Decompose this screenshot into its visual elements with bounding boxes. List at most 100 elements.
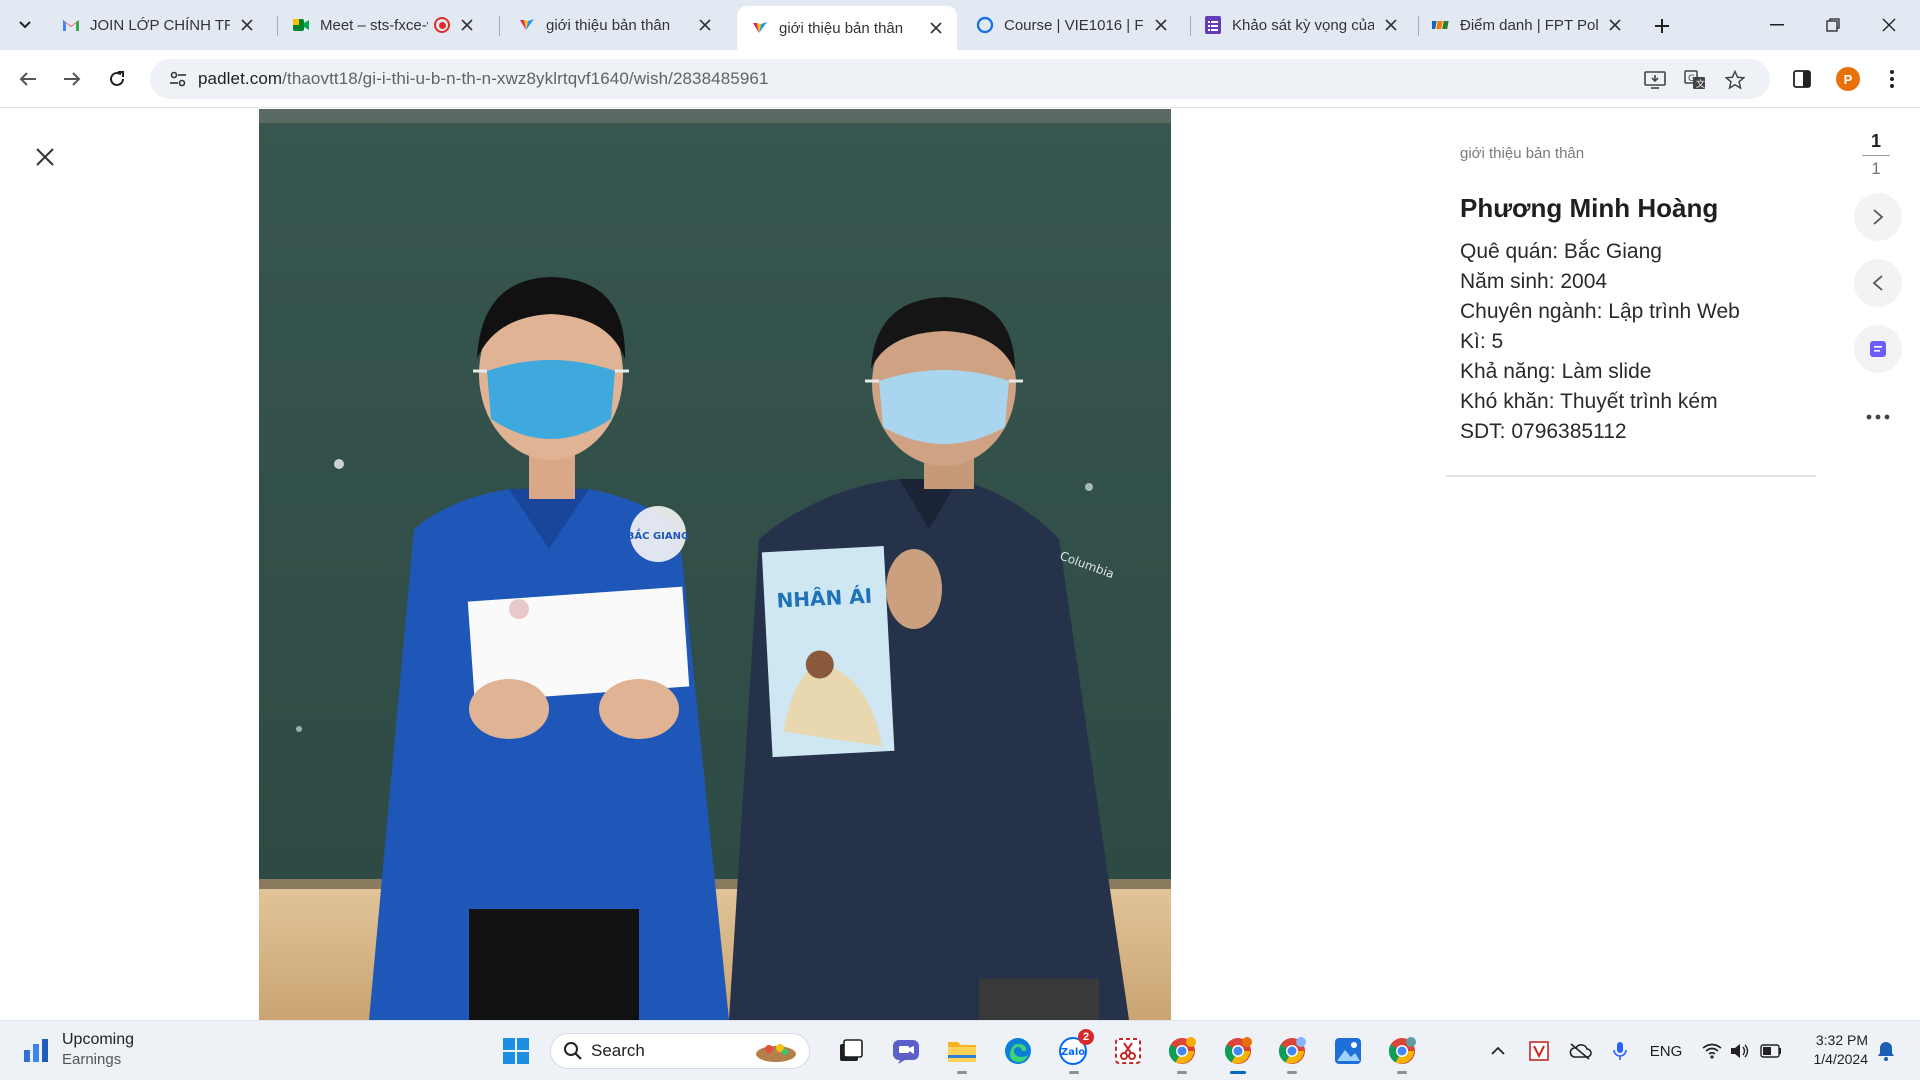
widgets-button[interactable]: Upcoming Earnings — [22, 1030, 134, 1069]
close-post-button[interactable] — [30, 142, 60, 172]
forms-icon — [1204, 16, 1222, 34]
task-view-icon — [840, 1039, 863, 1061]
url-text: padlet.com/thaovtt18/gi-i-thi-u-b-n-th-n… — [198, 69, 769, 89]
tab-title: giới thiệu bản thân — [779, 19, 904, 37]
search-highlight-icon — [756, 1044, 796, 1062]
chevron-up-icon — [1491, 1046, 1505, 1055]
address-bar[interactable]: padlet.com/thaovtt18/gi-i-thi-u-b-n-th-n… — [150, 59, 1770, 99]
chrome-profile-1[interactable] — [1162, 1031, 1202, 1074]
wifi-icon — [1702, 1043, 1722, 1059]
translate-icon[interactable]: G文 — [1682, 67, 1708, 93]
chrome-icon — [1168, 1037, 1196, 1064]
vietkey-tray[interactable] — [1526, 1037, 1552, 1065]
zalo-app[interactable]: Zalo 2 — [1054, 1029, 1094, 1074]
tab-course[interactable]: Course | VIE1016 | FP — [962, 6, 1182, 44]
minimize-icon — [1770, 24, 1784, 26]
next-post-button[interactable] — [1854, 193, 1902, 241]
notifications-button[interactable] — [1874, 1037, 1898, 1065]
photos-app[interactable] — [1328, 1031, 1368, 1071]
task-view-button[interactable] — [830, 1031, 870, 1071]
fpt-icon — [1432, 16, 1450, 34]
circle-icon — [976, 16, 994, 34]
cloud-off-icon — [1569, 1043, 1592, 1060]
minimize-button[interactable] — [1752, 8, 1802, 42]
tab-padlet[interactable]: giới thiệu bản thân — [504, 6, 726, 44]
close-icon[interactable] — [1382, 16, 1400, 34]
post-line: Năm sinh: 2004 — [1460, 270, 1608, 293]
close-icon — [1882, 18, 1896, 32]
file-explorer-app[interactable] — [942, 1031, 982, 1074]
close-icon[interactable] — [1606, 16, 1624, 34]
chevron-right-icon — [1873, 209, 1884, 225]
window-close-button[interactable] — [1864, 8, 1914, 42]
taskbar-search[interactable]: Search — [550, 1033, 810, 1069]
tab-strip: JOIN LỚP CHÍNH TRỊ Meet – sts-fxce-v giớ… — [0, 0, 1920, 50]
bookmark-star-icon[interactable] — [1722, 67, 1748, 93]
running-indicator — [1287, 1071, 1297, 1074]
post-line: Khó khăn: Thuyết trình kém — [1460, 390, 1718, 413]
close-icon[interactable] — [458, 16, 476, 34]
close-icon[interactable] — [696, 16, 714, 34]
windows-logo-icon — [503, 1038, 529, 1064]
post-nav-rail: 1 1 — [1830, 109, 1920, 1020]
section-label: giới thiệu bản thân — [1460, 145, 1585, 162]
language-indicator[interactable]: ENG — [1648, 1037, 1684, 1065]
close-icon[interactable] — [238, 16, 256, 34]
tab-forms[interactable]: Khảo sát kỳ vọng của — [1190, 6, 1412, 44]
battery-tray[interactable] — [1758, 1037, 1784, 1065]
photos-icon — [1335, 1038, 1361, 1064]
arrow-right-icon — [64, 72, 81, 86]
teams-chat-app[interactable] — [886, 1031, 926, 1071]
running-indicator — [1397, 1071, 1407, 1074]
profile-button[interactable]: P — [1832, 63, 1864, 95]
chat-icon — [893, 1040, 919, 1064]
chrome-profile-2[interactable] — [1272, 1031, 1312, 1074]
side-panel-button[interactable] — [1786, 63, 1818, 95]
volume-tray[interactable] — [1728, 1037, 1752, 1065]
pager-total: 1 — [1871, 159, 1881, 178]
forward-button[interactable] — [56, 63, 88, 95]
chevron-left-icon — [1872, 275, 1883, 291]
tab-gmail[interactable]: JOIN LỚP CHÍNH TRỊ — [48, 6, 268, 44]
comment-icon — [1870, 341, 1886, 357]
tab-search-button[interactable] — [10, 12, 40, 38]
previous-post-button[interactable] — [1854, 259, 1902, 307]
reload-button[interactable] — [101, 63, 133, 95]
close-icon[interactable] — [1152, 16, 1170, 34]
snipping-tool-app[interactable] — [1108, 1031, 1148, 1071]
pager-current: 1 — [1870, 131, 1881, 151]
onedrive-tray[interactable] — [1566, 1037, 1594, 1065]
more-options-button[interactable] — [1854, 397, 1902, 437]
browser-menu-button[interactable] — [1876, 63, 1908, 95]
wifi-tray[interactable] — [1700, 1037, 1724, 1065]
post-line: SDT: 0796385112 — [1460, 420, 1627, 443]
restore-button[interactable] — [1808, 8, 1858, 42]
tab-padlet-active[interactable]: giới thiệu bản thân — [737, 6, 957, 50]
tab-fpt[interactable]: Điểm danh | FPT Poly — [1418, 6, 1636, 44]
padlet-post-view: BẮC GIANG Columbia NHÂN ÁI giới thiệu bả… — [0, 109, 1920, 1020]
restore-icon — [1826, 18, 1840, 32]
install-app-icon[interactable] — [1642, 67, 1668, 93]
microphone-tray[interactable] — [1608, 1037, 1632, 1065]
system-clock[interactable]: 3:32 PM 1/4/2024 — [1790, 1031, 1869, 1069]
chrome-profile-active[interactable] — [1218, 1031, 1258, 1074]
site-info-icon[interactable] — [158, 59, 198, 99]
new-tab-button[interactable] — [1648, 12, 1676, 40]
post-line: Quê quán: Bắc Giang — [1460, 240, 1662, 263]
meet-icon — [292, 16, 310, 34]
tray-overflow-button[interactable] — [1486, 1037, 1510, 1065]
windows-taskbar: Upcoming Earnings Search Zalo 2 ENG 3:32… — [0, 1020, 1920, 1080]
start-button[interactable] — [496, 1031, 536, 1071]
chrome-profile-3[interactable] — [1382, 1031, 1422, 1074]
widget-title: Upcoming — [62, 1031, 135, 1048]
side-panel-icon — [1793, 70, 1811, 88]
tab-title: Điểm danh | FPT Poly — [1460, 16, 1598, 34]
post-line: Khả năng: Làm slide — [1460, 360, 1652, 383]
more-vertical-icon — [1890, 70, 1894, 88]
stocks-chart-icon — [24, 1038, 48, 1062]
tab-meet[interactable]: Meet – sts-fxce-v — [278, 6, 488, 44]
back-button[interactable] — [12, 63, 44, 95]
close-icon[interactable] — [927, 19, 945, 37]
comments-button[interactable] — [1854, 325, 1902, 373]
edge-app[interactable] — [998, 1031, 1038, 1071]
